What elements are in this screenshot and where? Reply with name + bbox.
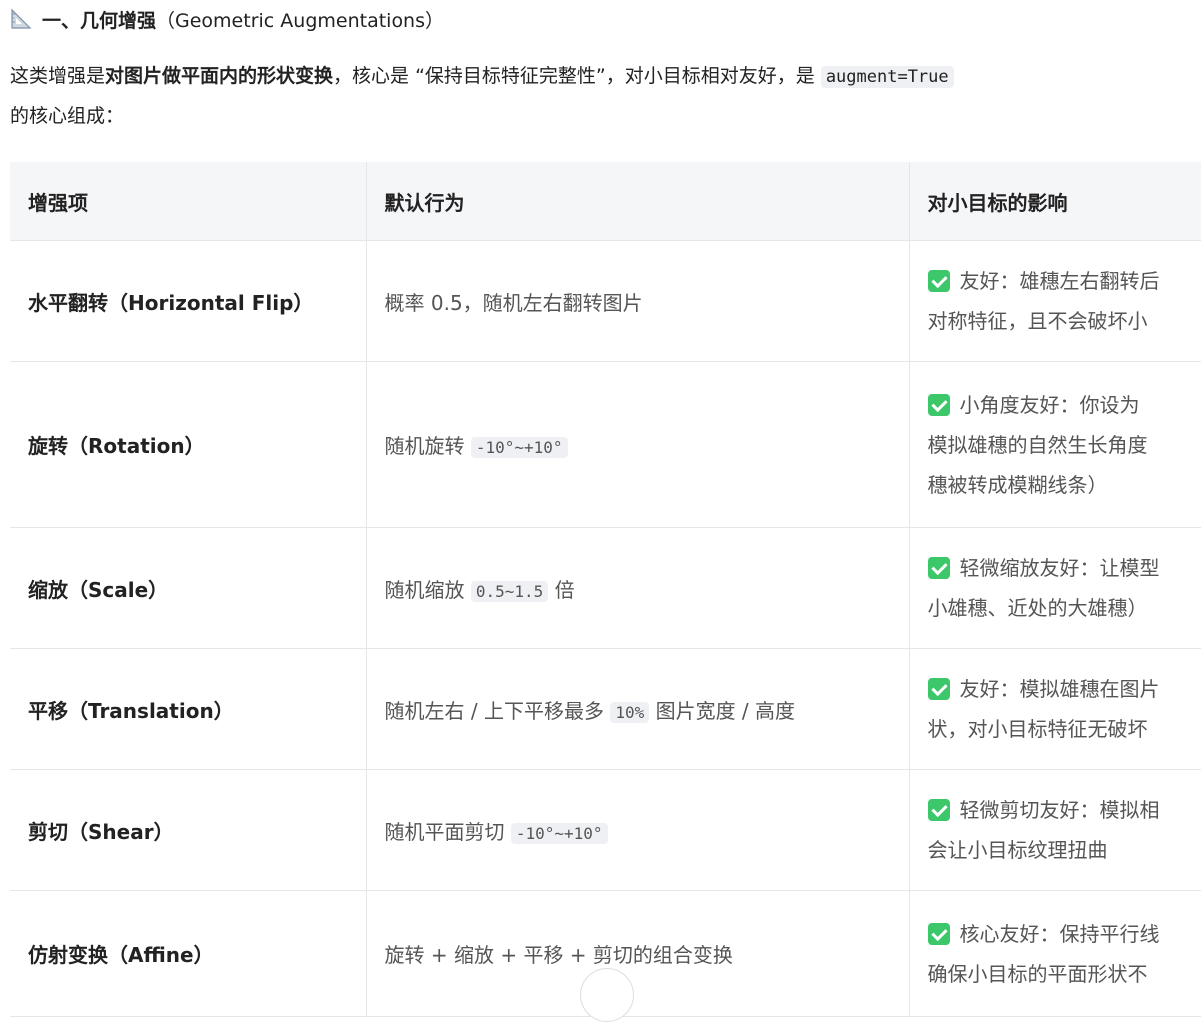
column-header-behavior: 默认行为 xyxy=(366,162,909,241)
impact-cell: 小角度友好：你设为 模拟雄穗的自然生长角度 穗被转成模糊线条） xyxy=(909,362,1201,528)
triangular-ruler-icon xyxy=(10,8,32,30)
section-heading: 一、几何增强 （Geometric Augmentations） xyxy=(10,4,444,34)
impact-text: 小角度友好：你设为 xyxy=(960,393,1140,417)
intro-paragraph: 这类增强是对图片做平面内的形状变换，核心是 “保持目标特征完整性”，对小目标相对… xyxy=(10,56,1201,136)
heading-title-cn: 一、几何增强 xyxy=(42,6,156,33)
augmentation-table: 增强项 默认行为 对小目标的影响 水平翻转（Horizontal Flip） 概… xyxy=(10,162,1201,1017)
check-mark-icon xyxy=(928,270,950,292)
check-mark-icon xyxy=(928,394,950,416)
impact-line: 状，对小目标特征无破坏 xyxy=(928,709,1201,749)
impact-line: 会让小目标纹理扭曲 xyxy=(928,830,1201,870)
impact-line: 确保小目标的平面形状不 xyxy=(928,954,1201,994)
behavior-text: 随机旋转 xyxy=(385,434,471,458)
item-name-cell: 仿射变换（Affine） xyxy=(10,891,366,1017)
impact-line: 小角度友好：你设为 xyxy=(928,385,1201,425)
check-mark-icon xyxy=(928,557,950,579)
behavior-text: 旋转 + 缩放 + 平移 + 剪切的组合变换 xyxy=(385,943,733,967)
impact-line: 模拟雄穗的自然生长角度 xyxy=(928,425,1201,465)
impact-cell: 友好：雄穗左右翻转后 对称特征，且不会破坏小 xyxy=(909,241,1201,362)
behavior-text: 图片宽度 / 高度 xyxy=(649,699,795,723)
impact-line: 穗被转成模糊线条） xyxy=(928,465,1201,505)
intro-line-2: 的核心组成： xyxy=(10,96,1201,136)
impact-text: 核心友好：保持平行线 xyxy=(960,922,1160,946)
behavior-cell: 随机缩放 0.5~1.5 倍 xyxy=(366,528,909,649)
column-header-impact: 对小目标的影响 xyxy=(909,162,1201,241)
behavior-cell: 随机左右 / 上下平移最多 10% 图片宽度 / 高度 xyxy=(366,649,909,770)
behavior-text: 概率 0.5，随机左右翻转图片 xyxy=(385,291,643,315)
behavior-cell: 随机旋转 -10°~+10° xyxy=(366,362,909,528)
check-mark-icon xyxy=(928,923,950,945)
impact-text: 轻微缩放友好：让模型 xyxy=(960,556,1160,580)
behavior-text: 倍 xyxy=(548,578,574,602)
behavior-text: 随机缩放 xyxy=(385,578,471,602)
impact-cell: 轻微缩放友好：让模型 小雄穗、近处的大雄穗） xyxy=(909,528,1201,649)
impact-line: 核心友好：保持平行线 xyxy=(928,914,1201,954)
intro-text: 这类增强是 xyxy=(10,65,105,87)
impact-cell: 轻微剪切友好：模拟相 会让小目标纹理扭曲 xyxy=(909,770,1201,891)
item-name-cell: 缩放（Scale） xyxy=(10,528,366,649)
impact-line: 轻微缩放友好：让模型 xyxy=(928,548,1201,588)
inline-code: 10% xyxy=(610,702,649,723)
impact-line: 轻微剪切友好：模拟相 xyxy=(928,790,1201,830)
impact-line: 对称特征，且不会破坏小 xyxy=(928,301,1201,341)
item-name-cell: 旋转（Rotation） xyxy=(10,362,366,528)
table-row: 旋转（Rotation） 随机旋转 -10°~+10° 小角度友好：你设为 模拟… xyxy=(10,362,1201,528)
impact-line: 友好：雄穗左右翻转后 xyxy=(928,261,1201,301)
heading-title-en: （Geometric Augmentations） xyxy=(156,6,444,33)
behavior-text: 随机左右 / 上下平移最多 xyxy=(385,699,611,723)
behavior-cell: 旋转 + 缩放 + 平移 + 剪切的组合变换 xyxy=(366,891,909,1017)
behavior-text: 随机平面剪切 xyxy=(385,820,511,844)
check-mark-icon xyxy=(928,799,950,821)
intro-line-1: 这类增强是对图片做平面内的形状变换，核心是 “保持目标特征完整性”，对小目标相对… xyxy=(10,56,1201,96)
table-row: 缩放（Scale） 随机缩放 0.5~1.5 倍 轻微缩放友好：让模型 小雄穗、… xyxy=(10,528,1201,649)
impact-text: 友好：模拟雄穗在图片 xyxy=(960,677,1160,701)
item-name-cell: 剪切（Shear） xyxy=(10,770,366,891)
intro-bold-text: 对图片做平面内的形状变换 xyxy=(105,65,333,87)
item-name-cell: 平移（Translation） xyxy=(10,649,366,770)
inline-code: 0.5~1.5 xyxy=(471,581,548,602)
check-mark-icon xyxy=(928,678,950,700)
table-row: 水平翻转（Horizontal Flip） 概率 0.5，随机左右翻转图片 友好… xyxy=(10,241,1201,362)
impact-line: 小雄穗、近处的大雄穗） xyxy=(928,588,1201,628)
impact-cell: 核心友好：保持平行线 确保小目标的平面形状不 xyxy=(909,891,1201,1017)
column-header-item: 增强项 xyxy=(10,162,366,241)
scroll-down-button[interactable] xyxy=(580,968,634,1022)
item-name-cell: 水平翻转（Horizontal Flip） xyxy=(10,241,366,362)
behavior-cell: 概率 0.5，随机左右翻转图片 xyxy=(366,241,909,362)
intro-text: ，核心是 “保持目标特征完整性”，对小目标相对友好，是 xyxy=(333,65,821,87)
inline-code: -10°~+10° xyxy=(471,437,568,458)
impact-text: 友好：雄穗左右翻转后 xyxy=(960,269,1160,293)
impact-cell: 友好：模拟雄穗在图片 状，对小目标特征无破坏 xyxy=(909,649,1201,770)
inline-code: augment=True xyxy=(821,66,954,88)
impact-text: 轻微剪切友好：模拟相 xyxy=(960,798,1160,822)
table-row: 平移（Translation） 随机左右 / 上下平移最多 10% 图片宽度 /… xyxy=(10,649,1201,770)
behavior-cell: 随机平面剪切 -10°~+10° xyxy=(366,770,909,891)
table-row: 剪切（Shear） 随机平面剪切 -10°~+10° 轻微剪切友好：模拟相 会让… xyxy=(10,770,1201,891)
impact-line: 友好：模拟雄穗在图片 xyxy=(928,669,1201,709)
inline-code: -10°~+10° xyxy=(511,823,608,844)
table-header-row: 增强项 默认行为 对小目标的影响 xyxy=(10,162,1201,241)
